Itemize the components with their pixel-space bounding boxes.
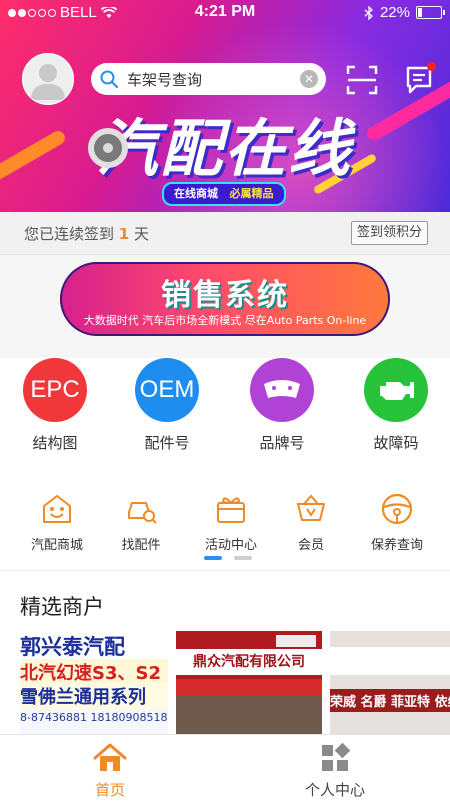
- banner-tag-left: 在线商城: [174, 187, 218, 200]
- quick-entry-label: 结构图: [32, 434, 78, 452]
- status-bar: BELL 4:21 PM 22%: [0, 0, 450, 26]
- merchant-phone: 8-87436881 18180908518: [20, 711, 168, 724]
- storefront: [176, 695, 322, 735]
- banner-decor-stripe: [0, 128, 68, 186]
- quick-entry-label: 品牌号: [259, 434, 305, 452]
- store-icon: [43, 495, 71, 523]
- epc-badge: EPC: [23, 358, 87, 422]
- merchant-sign-line: 郭兴泰汽配: [20, 631, 168, 659]
- avatar[interactable]: [22, 53, 74, 105]
- vip-basket-icon: [297, 494, 325, 521]
- brake-pad-icon: [250, 358, 314, 422]
- tab-home[interactable]: 首页: [50, 743, 170, 800]
- quick-entry-label: 配件号: [144, 434, 190, 452]
- sales-system-banner[interactable]: 销售系统 大数据时代 汽车后市场全新模式 尽在Auto Parts On-lin…: [60, 262, 390, 336]
- signin-days: 1: [118, 225, 130, 243]
- service-label: 汽配商城: [30, 538, 83, 553]
- home-icon: [93, 743, 127, 771]
- engine-warning-icon: [364, 358, 428, 422]
- merchant-card[interactable]: 郭兴泰汽配 北汽幻速S3、S2 雪佛兰通用系列 8-87436881 18180…: [20, 631, 168, 735]
- service-activity-center[interactable]: 活动中心: [186, 492, 276, 553]
- search-bar[interactable]: 车架号查询 ✕: [91, 63, 326, 95]
- unread-dot: [427, 62, 436, 71]
- merchant-sign: 鼎众汽配有限公司: [176, 649, 322, 675]
- merchant-card[interactable]: 荣威 名爵 菲亚特 依维柯: [330, 631, 450, 735]
- merchant-card[interactable]: 鼎众汽配有限公司: [176, 631, 322, 735]
- gift-icon: [217, 497, 245, 523]
- merchant-sign-line: 雪佛兰通用系列: [20, 683, 168, 709]
- tab-profile[interactable]: 个人中心: [275, 742, 395, 800]
- quick-entry-epc[interactable]: EPC 结构图: [10, 358, 100, 453]
- service-label: 会员: [297, 538, 324, 553]
- signin-streak: 您已连续签到 1 天: [24, 223, 149, 244]
- merchant-sign-line: 北汽幻速S3、S2: [20, 659, 168, 684]
- quick-entry-row: EPC 结构图 OEM 配件号 品牌号 故障码: [0, 358, 450, 458]
- service-store[interactable]: 汽配商城: [12, 492, 102, 553]
- service-membership[interactable]: 会员: [266, 492, 356, 553]
- scan-icon[interactable]: [346, 64, 378, 96]
- banner-title: 汽配在线: [96, 112, 353, 185]
- page-dot-active[interactable]: [204, 556, 222, 560]
- tab-bar: 首页 个人中心: [0, 734, 450, 801]
- section-title: 精选商户: [20, 595, 104, 619]
- car-search-icon: [128, 502, 157, 524]
- service-row: 汽配商城 找配件 活动中心 会员 保养查询: [0, 458, 450, 570]
- steering-wheel-icon: [381, 493, 413, 525]
- service-label: 活动中心: [204, 538, 257, 553]
- quick-entry-brand[interactable]: 品牌号: [237, 358, 327, 453]
- merchant-sub-sign: [176, 679, 322, 695]
- signin-prefix: 您已连续签到: [24, 225, 115, 243]
- search-placeholder: 车架号查询: [127, 70, 203, 89]
- battery-icon: [416, 6, 445, 19]
- service-maintenance-query[interactable]: 保养查询: [352, 492, 442, 553]
- clear-icon[interactable]: ✕: [300, 70, 318, 88]
- banner-tag-right: 必属精品: [229, 187, 274, 200]
- service-label: 找配件: [121, 538, 161, 553]
- tab-label: 首页: [94, 781, 125, 799]
- search-icon: [100, 70, 119, 89]
- signin-button[interactable]: 签到领积分: [350, 221, 428, 245]
- signin-suffix: 天: [134, 225, 150, 243]
- page-indicator: [204, 556, 252, 560]
- battery-percent: 22%: [379, 4, 410, 21]
- quick-entry-label: 故障码: [373, 434, 419, 452]
- featured-merchants: 精选商户 郭兴泰汽配 北汽幻速S3、S2 雪佛兰通用系列 8-87436881 …: [0, 570, 450, 735]
- ac-unit: [276, 635, 316, 647]
- quick-entry-fault-code[interactable]: 故障码: [351, 358, 441, 453]
- user-silhouette-icon: [31, 64, 65, 100]
- oem-badge: OEM: [135, 358, 199, 422]
- bluetooth-icon: [364, 5, 373, 20]
- hero-banner[interactable]: BELL 4:21 PM 22% 车架号查询 ✕ 汽配在线 在线商城 必属精品: [0, 0, 450, 212]
- page-dot[interactable]: [234, 556, 252, 560]
- apps-grid-icon: [322, 742, 351, 771]
- banner-tag: 在线商城 必属精品: [162, 182, 286, 206]
- service-find-parts[interactable]: 找配件: [96, 492, 186, 553]
- merchant-sign: 荣威 名爵 菲亚特 依维柯: [330, 689, 450, 712]
- sales-banner-subtitle: 大数据时代 汽车后市场全新模式 尽在Auto Parts On-line: [83, 314, 367, 327]
- quick-entry-oem[interactable]: OEM 配件号: [122, 358, 212, 453]
- message-button[interactable]: [404, 62, 436, 96]
- wheel-icon: [88, 128, 128, 168]
- tab-label: 个人中心: [304, 781, 365, 799]
- building-band: [330, 647, 450, 675]
- sales-banner-title: 销售系统: [161, 278, 289, 313]
- signin-bar: 您已连续签到 1 天 签到领积分: [0, 212, 450, 255]
- service-label: 保养查询: [370, 538, 423, 553]
